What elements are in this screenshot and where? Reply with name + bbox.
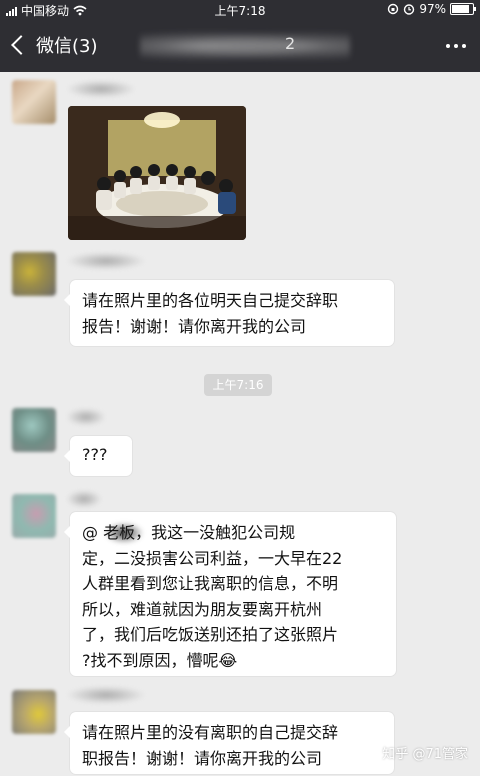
group-photo[interactable] [68, 106, 246, 240]
chevron-left-icon [11, 35, 31, 55]
chat-title-suffix: 2 [285, 34, 296, 53]
message-text-line: 定，二没损害公司利益，一大早在22 [82, 548, 343, 568]
sender-name-blurred [66, 408, 106, 426]
rotation-lock-icon [388, 3, 399, 15]
chat-header: 微信(3) 2 [0, 20, 480, 72]
dinner-photo-image [68, 106, 246, 240]
status-bar: 中国移动 上午7:18 97% [0, 0, 480, 20]
mention-name-blur [104, 522, 144, 544]
message-text-line: 请在照片里的没有离职的自己提交辞 [82, 723, 339, 742]
message-text-line: ?找不到原因，懵呢😂 [82, 650, 238, 670]
chat-title-blurred [140, 28, 350, 64]
avatar[interactable] [12, 252, 56, 296]
message-bubble[interactable]: 请在照片里的各位明天自己提交辞职 报告！谢谢！请你离开我的公司 [64, 280, 394, 346]
avatar[interactable] [12, 80, 56, 124]
message-bubble[interactable]: @ 老板，我这一没触犯公司规 定，二没损害公司利益，一大早在22 人群里看到您让… [64, 512, 396, 676]
message-text-line: 职报告！谢谢！请你离开我的公司 [82, 749, 323, 768]
message-text-line: 所以，难道就因为朋友要离开杭州 [82, 599, 323, 619]
message-bubble[interactable]: 请在照片里的没有离职的自己提交辞 职报告！谢谢！请你离开我的公司 [64, 712, 394, 774]
avatar[interactable] [12, 408, 56, 452]
message-text-line: 了，我们后吃饭送别还拍了这张照片 [82, 625, 339, 644]
more-dots-icon [446, 44, 450, 48]
message-text-line: 请在照片里的各位明天自己提交辞职 [82, 291, 339, 310]
message-bubble[interactable]: ??? [64, 436, 132, 476]
sender-name-blurred [66, 490, 102, 508]
back-button[interactable]: 微信(3) [8, 32, 98, 58]
time-divider: 上午7:16 [204, 374, 272, 396]
alarm-icon [404, 4, 415, 15]
message-text-line: 报告！谢谢！请你离开我的公司 [82, 317, 307, 336]
more-button[interactable] [446, 44, 466, 48]
sender-name-blurred [66, 252, 146, 270]
message-text-line: 人群里看到您让我离职的信息，不明 [82, 574, 339, 593]
back-label: 微信(3) [36, 36, 98, 57]
avatar[interactable] [12, 494, 56, 538]
battery-percent: 97% [419, 2, 446, 16]
avatar[interactable] [12, 690, 56, 734]
sender-name-blurred [66, 80, 136, 98]
sender-name-blurred [66, 686, 146, 704]
battery-icon [450, 3, 476, 15]
watermark: 知乎 @71管家 [382, 747, 468, 762]
message-text: ??? [82, 445, 108, 464]
